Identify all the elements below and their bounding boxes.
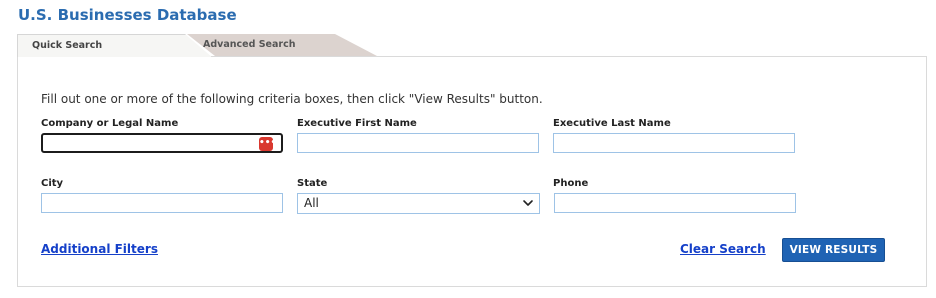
company-label: Company or Legal Name [41,118,179,129]
state-select-value: All [304,196,319,210]
state-label: State [297,178,328,189]
exec-first-name-input[interactable] [297,133,539,153]
view-results-button[interactable]: VIEW RESULTS [782,238,885,262]
dots-icon[interactable]: ••• [259,137,276,151]
tab-quick-search[interactable]: Quick Search [17,34,212,57]
phone-input[interactable] [554,193,796,213]
instructions-text: Fill out one or more of the following cr… [41,92,543,106]
exec-last-name-input[interactable] [553,133,795,153]
exec-last-name-label: Executive Last Name [553,118,671,129]
state-select[interactable]: All [297,193,540,214]
search-tabs: Advanced Search Quick Search [17,34,397,57]
phone-label: Phone [553,178,589,189]
clear-search-link[interactable]: Clear Search [680,242,766,256]
city-input[interactable] [41,193,283,213]
quick-search-panel: Fill out one or more of the following cr… [17,56,927,287]
company-input[interactable]: ••• [41,133,283,153]
page-title: U.S. Businesses Database [18,6,237,24]
additional-filters-link[interactable]: Additional Filters [41,242,158,256]
exec-first-name-label: Executive First Name [297,118,417,129]
tab-advanced-search[interactable]: Advanced Search [187,34,377,56]
chevron-down-icon [523,200,533,206]
city-label: City [41,178,64,189]
